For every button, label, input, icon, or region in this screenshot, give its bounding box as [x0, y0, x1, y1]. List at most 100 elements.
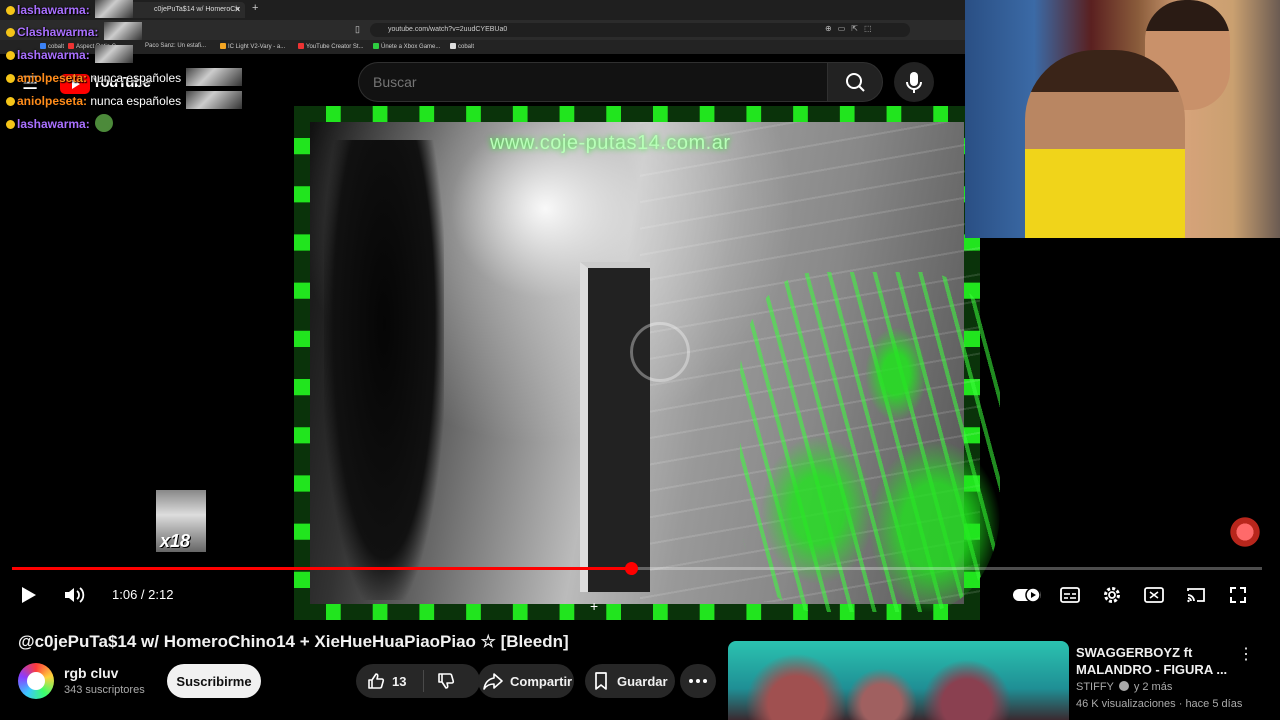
chat-emote	[95, 114, 114, 132]
autoplay-toggle[interactable]	[1012, 583, 1042, 607]
fullscreen-icon	[1230, 587, 1246, 603]
chat-emote	[186, 91, 243, 109]
heart-sticker-icon	[1228, 515, 1262, 549]
volume-icon	[65, 587, 85, 603]
chat-badge-icon	[6, 51, 15, 60]
video-figure	[324, 140, 444, 600]
verified-icon	[1118, 681, 1129, 691]
chat-text: nunca españoles	[90, 94, 182, 108]
bookmark-item[interactable]: Paco Sanz: Un estafi...	[145, 43, 206, 49]
chat-username: aniolpeseta:	[17, 71, 88, 85]
webcam-streamer	[1025, 50, 1185, 238]
chat-username: lashawarma:	[17, 48, 90, 62]
cast-icon	[1187, 588, 1205, 603]
progress-scrubber[interactable]	[624, 562, 638, 575]
search-icon	[846, 73, 865, 92]
subtitles-button[interactable]	[1058, 583, 1082, 607]
video-overlay-url: www.coje-putas14.com.ar	[490, 132, 731, 154]
chat-message: lashawarma:	[4, 114, 114, 132]
voice-search-button[interactable]	[894, 62, 934, 102]
bookmark-item[interactable]: IC Light V2-Vary - a...	[220, 43, 285, 50]
subscribe-label: Suscribirme	[176, 673, 252, 689]
chat-emote	[95, 45, 134, 63]
browser-tab-strip: c0jePuTa$14 w/ HomeroCh ✕ +	[0, 0, 965, 20]
chat-badge-icon	[6, 28, 15, 37]
channel-name[interactable]: rgb cluv	[64, 665, 118, 681]
thumbnail-label: x18	[160, 531, 191, 551]
chat-username: Clashawarma:	[17, 25, 99, 39]
recommended-thumbnail[interactable]	[728, 641, 1069, 720]
more-actions-button[interactable]	[680, 664, 716, 698]
recommended-channel[interactable]: STIFFY y 2 más	[1076, 681, 1172, 693]
channel-avatar[interactable]	[18, 663, 54, 699]
chat-username: lashawarma:	[17, 3, 90, 17]
bookmark-item[interactable]: cobalt	[450, 43, 474, 50]
share-button[interactable]: Compartir	[478, 664, 574, 698]
more-horizontal-icon	[689, 679, 707, 683]
progress-bar[interactable]	[12, 562, 1262, 575]
search-input[interactable]	[373, 74, 813, 90]
new-tab-icon[interactable]: +	[252, 2, 258, 14]
address-text: youtube.com/watch?v=2uudCYEBUa0	[388, 26, 508, 33]
fullscreen-button[interactable]	[1226, 583, 1250, 607]
chat-badge-icon	[6, 120, 15, 129]
close-tab-icon[interactable]: ✕	[234, 5, 241, 14]
more-vertical-icon[interactable]: ⋮	[1238, 644, 1254, 664]
video-graffiti	[740, 272, 1000, 612]
chat-text: nunca españoles	[90, 71, 182, 85]
bookmark-item[interactable]: YouTube Creator St...	[298, 43, 364, 50]
search-box	[358, 62, 828, 102]
video-player[interactable]: www.coje-putas14.com.ar	[294, 106, 1000, 620]
subscribe-button[interactable]: Suscribirme	[167, 664, 261, 698]
recommended-channel-name: STIFFY	[1076, 681, 1114, 693]
chat-badge-icon	[6, 74, 15, 83]
chat-emote	[95, 0, 134, 18]
crosshair-icon: +	[590, 598, 599, 614]
play-icon	[22, 587, 36, 603]
search-button[interactable]	[827, 62, 883, 102]
cast-button[interactable]	[1184, 583, 1208, 607]
time-display: 1:06 / 2:12	[112, 587, 174, 602]
video-title: @c0jePuTa$14 w/ HomeroChino14 + XieHueHu…	[18, 632, 569, 651]
save-label: Guardar	[617, 673, 668, 689]
streamer-webcam	[965, 0, 1280, 238]
bookmarks-bar: cobalt Aspect Ratio C... Paco Sanz: Un e…	[0, 40, 965, 54]
video-door	[580, 262, 650, 592]
chat-emote	[103, 22, 142, 40]
browser-tab-title: c0jePuTa$14 w/ HomeroCh	[154, 6, 240, 13]
chat-message: aniolpeseta: nunca españoles	[4, 68, 243, 86]
subtitles-icon	[1060, 587, 1080, 603]
like-dislike-group: 13	[356, 664, 480, 698]
stream-overlay-thumbnail: x18	[156, 490, 206, 552]
chat-message: Clashawarma:	[4, 22, 142, 40]
settings-button[interactable]	[1100, 583, 1124, 607]
extension-icons[interactable]: ⊕▭⇱⬚	[825, 24, 878, 33]
save-button[interactable]: Guardar	[585, 664, 675, 698]
bookmark-item[interactable]: Únete a Xbox Game...	[373, 43, 440, 50]
subscriber-count: 343 suscriptores	[64, 684, 145, 696]
autoplay-toggle-icon	[1013, 587, 1041, 603]
share-icon	[483, 673, 503, 690]
chat-emote	[186, 68, 243, 86]
bookmark-save-icon	[595, 672, 607, 690]
recommended-channel-extra: y 2 más	[1133, 681, 1173, 693]
chat-message: lashawarma:	[4, 0, 134, 18]
gear-icon	[1104, 587, 1120, 603]
like-count: 13	[392, 673, 407, 689]
chat-message: lashawarma:	[4, 45, 134, 63]
volume-button[interactable]	[60, 583, 88, 607]
theater-mode-button[interactable]	[1142, 583, 1166, 607]
chat-username: lashawarma:	[17, 117, 90, 131]
like-button[interactable]: 13	[356, 670, 424, 692]
recommended-title[interactable]: SWAGGERBOYZ ft MALANDRO - FIGURA ...	[1076, 644, 1236, 678]
browser-address-bar: ▯ youtube.com/watch?v=2uudCYEBUa0 ⊕▭⇱⬚	[0, 20, 965, 40]
thumbs-down-icon	[438, 673, 455, 689]
chat-username: aniolpeseta:	[17, 94, 88, 108]
recommended-meta: 46 K visualizaciones · hace 5 días	[1076, 698, 1243, 710]
dislike-button[interactable]	[424, 671, 456, 691]
progress-bar-played	[12, 567, 631, 570]
loading-spinner-icon	[630, 322, 690, 382]
bookmark-icon[interactable]: ▯	[355, 24, 360, 35]
chat-badge-icon	[6, 97, 15, 106]
play-button[interactable]	[16, 583, 40, 607]
